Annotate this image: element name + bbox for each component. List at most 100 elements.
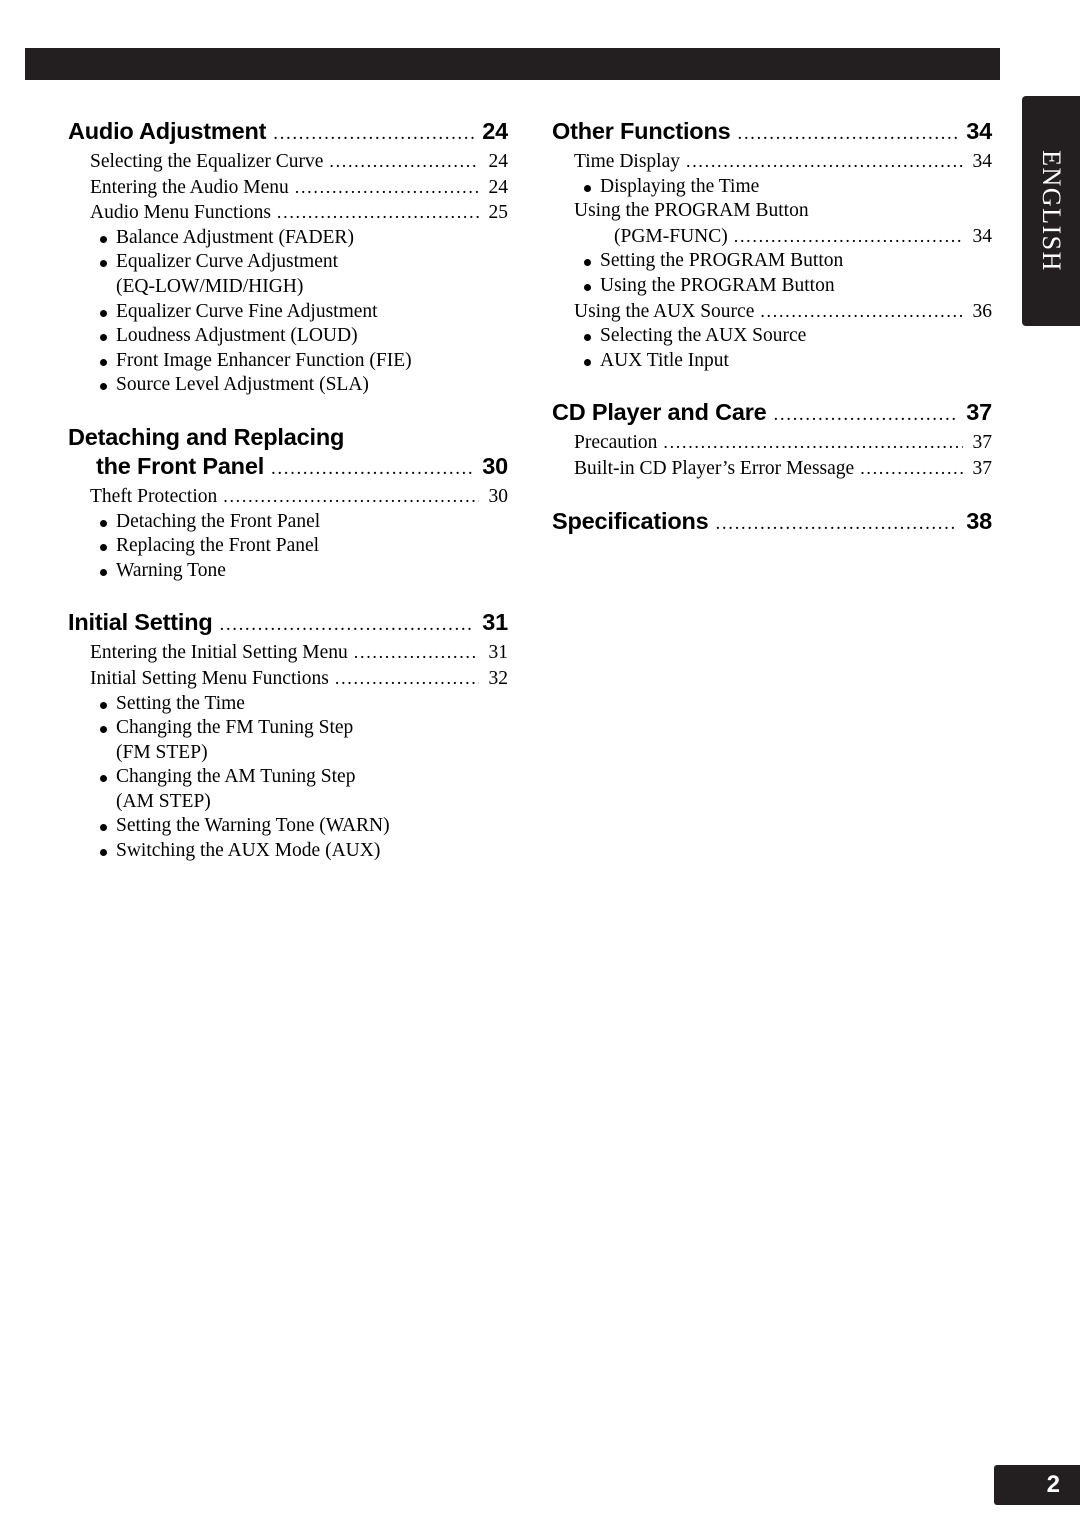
leader-dots: ........................................… (271, 457, 474, 479)
toc-heading-group: Audio Adjustment........................… (68, 118, 508, 147)
toc-entry-page: 37 (972, 432, 993, 454)
toc-subentry-continuation: (EQ-LOW/MID/HIGH) (68, 275, 508, 300)
toc-entry[interactable]: Entering the Initial Setting Menu.......… (68, 640, 508, 666)
toc-entry-page: 24 (488, 151, 509, 172)
leader-dots: ........................................… (223, 485, 479, 506)
leader-dots: ........................................… (760, 300, 963, 321)
toc-subentry[interactable]: Front Image Enhancer Function (FIE) (68, 349, 508, 374)
toc-section-title: Specifications (552, 507, 709, 534)
toc-subentry[interactable]: Setting the Time (68, 692, 508, 717)
toc-subentry-title: Setting the PROGRAM Button (600, 250, 844, 272)
toc-entry[interactable]: Audio Menu Functions....................… (68, 200, 508, 226)
leader-dots: ........................................… (773, 404, 958, 426)
toc-entry-page: 31 (488, 642, 509, 664)
toc-subentry-title: Balance Adjustment (FADER) (116, 226, 354, 248)
toc-subentry[interactable]: Changing the FM Tuning Step (68, 716, 508, 741)
toc-subentry[interactable]: Balance Adjustment (FADER) (68, 226, 508, 251)
toc-entry-title: Precaution (574, 432, 658, 454)
page-number: 2 (1046, 1471, 1060, 1498)
toc-entry[interactable]: Selecting the Equalizer Curve...........… (68, 149, 508, 175)
toc-subentry-title: AUX Title Input (600, 349, 729, 371)
toc-section-heading[interactable]: Audio Adjustment........................… (68, 118, 508, 147)
toc-entry[interactable]: Built-in CD Player’s Error Message......… (552, 456, 992, 482)
toc-subentry[interactable]: Replacing the Front Panel (68, 534, 508, 559)
leader-dots: ........................................… (219, 614, 474, 636)
leader-dots: ........................................… (686, 151, 963, 171)
toc-section-heading[interactable]: Initial Setting.........................… (68, 609, 508, 638)
toc-entry[interactable]: Entering the Audio Menu.................… (68, 175, 508, 201)
toc-subentry[interactable]: Switching the AUX Mode (AUX) (68, 839, 508, 864)
toc-section-title-line2: the Front Panel (96, 452, 265, 479)
toc-entry-title: Selecting the Equalizer Curve (90, 151, 324, 172)
toc-subentry[interactable]: Changing the AM Tuning Step (68, 765, 508, 790)
toc-section-page: 24 (482, 118, 508, 144)
toc-subentry-title: Loudness Adjustment (LOUD) (116, 325, 358, 347)
toc-heading-group: Detaching and Replacing the Front Panel..… (68, 424, 508, 482)
toc-subentry-title: Setting the Time (116, 692, 245, 714)
toc-subentry[interactable]: Source Level Adjustment (SLA) (68, 373, 508, 398)
toc-subentry-continuation-text: (AM STEP) (116, 790, 211, 812)
toc-subentry[interactable]: Detaching the Front Panel (68, 510, 508, 535)
leader-dots: ........................................… (353, 642, 479, 663)
toc-subentry[interactable]: Using the PROGRAM Button (552, 274, 992, 299)
toc-subentry[interactable]: Warning Tone (68, 559, 508, 584)
toc-subentry[interactable]: Loudness Adjustment (LOUD) (68, 324, 508, 349)
toc-section-heading[interactable]: Specifications..........................… (552, 508, 992, 537)
toc-entry-title: Initial Setting Menu Functions (90, 667, 329, 689)
toc-subentry[interactable]: Setting the PROGRAM Button (552, 249, 992, 274)
toc-entry-title: (PGM-FUNC) (614, 225, 728, 247)
toc-heading-group: Specifications..........................… (552, 508, 992, 537)
toc-entry-plain[interactable]: Using the PROGRAM Button (552, 199, 992, 224)
toc-subentry[interactable]: Displaying the Time (552, 175, 992, 200)
toc-entry[interactable]: (PGM-FUNC)..............................… (552, 224, 992, 250)
language-tab: ENGLISH (1022, 96, 1080, 326)
leader-dots: ........................................… (273, 123, 474, 144)
leader-dots: ........................................… (860, 457, 963, 478)
toc-entry-page: 34 (972, 225, 993, 247)
toc-subentry-title: Using the PROGRAM Button (600, 274, 835, 296)
toc-entry-title: Entering the Audio Menu (90, 176, 289, 198)
leader-dots: ........................................… (276, 202, 479, 223)
toc-subentry-title: Displaying the Time (600, 175, 760, 197)
toc-entry-page: 30 (488, 485, 509, 507)
toc-section-page: 38 (966, 507, 992, 534)
toc-entry-page: 34 (972, 151, 993, 172)
toc-section-page: 31 (482, 609, 508, 636)
toc-subentry[interactable]: Selecting the AUX Source (552, 324, 992, 349)
toc-subentry[interactable]: Setting the Warning Tone (WARN) (68, 814, 508, 839)
toc-entry[interactable]: Theft Protection........................… (68, 484, 508, 510)
toc-subentry[interactable]: Equalizer Curve Fine Adjustment (68, 300, 508, 325)
toc-entry[interactable]: Precaution..............................… (552, 430, 992, 456)
toc-subentry-title: Changing the AM Tuning Step (116, 766, 356, 788)
toc-section-title: Initial Setting (68, 609, 213, 636)
toc-subentry-title: Front Image Enhancer Function (FIE) (116, 349, 412, 371)
toc-section-page: 30 (482, 452, 508, 479)
toc-subentry-title: Equalizer Curve Adjustment (116, 251, 339, 273)
leader-dots: ........................................… (334, 667, 479, 688)
toc-section-heading[interactable]: CD Player and Care......................… (552, 399, 992, 428)
toc-entry-page: 37 (972, 457, 993, 479)
toc-section-heading[interactable]: Detaching and Replacing (68, 424, 508, 453)
page-number-box (994, 1465, 1080, 1505)
toc-entry-page: 36 (972, 300, 993, 322)
toc-entry[interactable]: Using the AUX Source....................… (552, 299, 992, 325)
toc-entry-page: 32 (488, 667, 509, 689)
toc-section-heading[interactable]: Other Functions.........................… (552, 118, 992, 147)
toc-entry-plain-text: Using the PROGRAM Button (574, 200, 809, 222)
toc-entry[interactable]: Time Display............................… (552, 149, 992, 175)
toc-section-heading-line2[interactable]: the Front Panel.........................… (68, 453, 508, 482)
toc-subentry-title: Source Level Adjustment (SLA) (116, 374, 369, 396)
header-bar (25, 48, 1000, 80)
toc-subentry-continuation: (FM STEP) (68, 741, 508, 766)
toc-section-title: Detaching and Replacing (68, 423, 345, 450)
toc-subentry-title: Equalizer Curve Fine Adjustment (116, 300, 378, 322)
toc-entry-title: Audio Menu Functions (90, 202, 271, 224)
toc-section-title: CD Player and Care (552, 399, 767, 426)
toc-entry[interactable]: Initial Setting Menu Functions..........… (68, 666, 508, 692)
toc-subentry[interactable]: AUX Title Input (552, 349, 992, 374)
toc-entry-title: Using the AUX Source (574, 300, 755, 322)
leader-dots: ........................................… (737, 123, 958, 144)
toc-heading-group: Other Functions.........................… (552, 118, 992, 147)
toc-subentry[interactable]: Equalizer Curve Adjustment (68, 250, 508, 275)
